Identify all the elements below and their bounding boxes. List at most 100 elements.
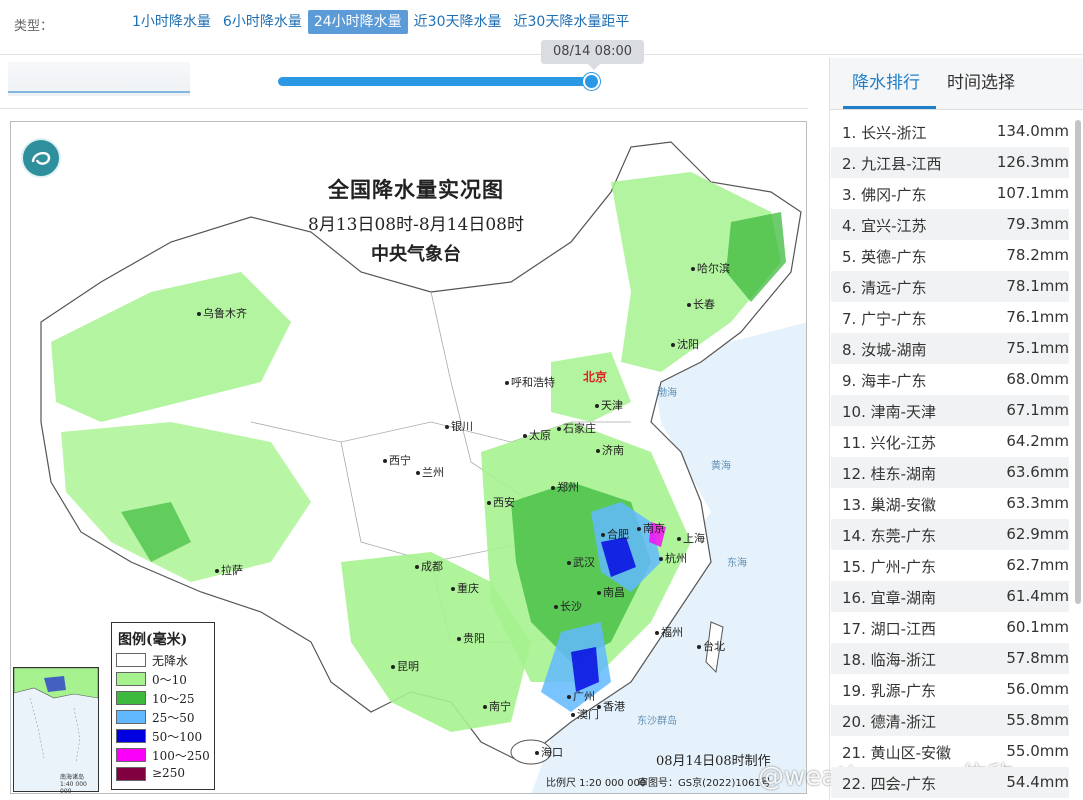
ranking-row[interactable]: 12. 桂东-湖南 63.6mm (831, 457, 1069, 488)
city-label: 成都 (415, 558, 443, 574)
tab-24h-precip[interactable]: 24小时降水量 (307, 10, 408, 34)
divider (0, 108, 808, 109)
city-label: 重庆 (451, 580, 479, 596)
city-label: 郑州 (551, 479, 579, 495)
active-tab-underline (843, 106, 936, 109)
legend-item: 无降水 (116, 651, 214, 669)
legend-item: 10～25 (116, 689, 214, 707)
ranking-panel: 降水排行 时间选择 1. 长兴-浙江 134.0mm 2. 九江县-江西 126.3… (829, 58, 1083, 800)
sea-label: 黄海 (711, 461, 731, 472)
city-label: 哈尔滨 (691, 260, 730, 276)
tab-30d-anomaly[interactable]: 近30天降水量距平 (508, 10, 636, 34)
city-label: 拉萨 (215, 562, 243, 578)
ranking-scrollbar[interactable] (1075, 120, 1081, 604)
legend-item: 0～10 (116, 670, 214, 688)
city-label: 台北 (697, 638, 725, 654)
time-slider-track[interactable] (278, 77, 596, 86)
ranking-row[interactable]: 21. 黄山区-安徽 55.0mm (831, 736, 1069, 767)
ranking-row[interactable]: 19. 乳源-广东 56.0mm (831, 674, 1069, 705)
ranking-row[interactable]: 9. 海丰-广东 68.0mm (831, 364, 1069, 395)
legend-item: 50～100 (116, 727, 214, 745)
city-label: 兰州 (416, 464, 444, 480)
legend-swatch (116, 748, 146, 762)
ranking-list: 1. 长兴-浙江 134.0mm 2. 九江县-江西 126.3mm 3. 佛冈-广… (831, 116, 1069, 800)
ranking-row[interactable]: 17. 湖口-江西 60.1mm (831, 612, 1069, 643)
ranking-row[interactable]: 16. 宜章-湖南 61.4mm (831, 581, 1069, 612)
city-label: 福州 (655, 624, 683, 640)
tab-6h-precip[interactable]: 6小时降水量 (217, 10, 308, 34)
city-label: 澳门 (571, 706, 599, 722)
legend-swatch (116, 729, 146, 743)
city-label: 昆明 (391, 658, 419, 674)
city-label: 杭州 (659, 550, 687, 566)
ranking-row[interactable]: 7. 广宁-广东 76.1mm (831, 302, 1069, 333)
time-slider-handle[interactable] (583, 73, 600, 90)
legend-item: ≥250 (116, 765, 214, 783)
ranking-row[interactable]: 18. 临海-浙江 57.8mm (831, 643, 1069, 674)
city-label: 西宁 (383, 452, 411, 468)
ranking-row[interactable]: 1. 长兴-浙江 134.0mm (831, 116, 1069, 147)
type-tabs: 1小时降水量 6小时降水量 24小时降水量 近30天降水量 近30天降水量距平 (126, 10, 635, 34)
city-label: 香港 (597, 698, 625, 714)
slider-time-tooltip: 08/14 08:00 (541, 40, 644, 70)
city-label: 南宁 (483, 698, 511, 714)
ranking-tabs: 降水排行 时间选择 (830, 58, 1083, 110)
legend-swatch (116, 691, 146, 705)
legend-label: ≥250 (152, 766, 185, 780)
ranking-row[interactable]: 8. 汝城-湖南 75.1mm (831, 333, 1069, 364)
legend-label: 25～50 (152, 711, 195, 725)
legend-label: 50～100 (152, 730, 203, 744)
legend-swatch (116, 767, 146, 781)
map-title: 全国降水量实况图 (328, 177, 504, 202)
legend-label: 100～250 (152, 749, 210, 763)
city-label: 广州 (567, 688, 595, 704)
legend-item: 100～250 (116, 746, 214, 764)
ranking-row[interactable]: 3. 佛冈-广东 107.1mm (831, 178, 1069, 209)
city-label-beijing: 北京 (583, 370, 608, 384)
city-label: 石家庄 (557, 420, 596, 436)
ranking-row[interactable]: 15. 广州-广东 62.7mm (831, 550, 1069, 581)
sea-label: 东沙群岛 (637, 716, 677, 727)
tab-time-select[interactable]: 时间选择 (947, 68, 1015, 93)
map-subtitle: 8月13日08时-8月14日08时 (308, 215, 524, 235)
city-label: 沈阳 (671, 336, 699, 352)
city-label: 合肥 (601, 526, 629, 542)
map-legend: 图例(毫米) 无降水 0～10 10～25 25～50 50～100 100～2… (111, 622, 215, 790)
type-label: 类型： (14, 19, 54, 34)
city-label: 西安 (487, 494, 515, 510)
city-label: 上海 (677, 530, 705, 546)
legend-label: 0～10 (152, 673, 187, 687)
ranking-row[interactable]: 13. 巢湖-安徽 63.3mm (831, 488, 1069, 519)
legend-item: 25～50 (116, 708, 214, 726)
ranking-row[interactable]: 11. 兴化-江苏 64.2mm (831, 426, 1069, 457)
production-time: 08月14日08时制作 (656, 754, 771, 769)
tab-30d-precip[interactable]: 近30天降水量 (408, 10, 508, 34)
sea-label: 东海 (727, 558, 747, 569)
city-label: 天津 (595, 397, 623, 413)
tab-precip-ranking[interactable]: 降水排行 (852, 68, 920, 93)
tab-1h-precip[interactable]: 1小时降水量 (126, 10, 217, 34)
legend-swatch (116, 710, 146, 724)
sea-label: 渤海 (657, 388, 677, 399)
ranking-row[interactable]: 10. 津南-天津 67.1mm (831, 395, 1069, 426)
legend-swatch (116, 672, 146, 686)
timeline-strip[interactable] (8, 62, 190, 96)
city-label: 武汉 (567, 554, 595, 570)
cma-logo (21, 138, 61, 178)
ranking-row[interactable]: 2. 九江县-江西 126.3mm (831, 147, 1069, 178)
city-label: 贵阳 (457, 630, 485, 646)
ranking-row[interactable]: 6. 清远-广东 78.1mm (831, 271, 1069, 302)
city-label: 南京 (637, 520, 665, 536)
city-label: 海口 (535, 744, 563, 760)
inset-label: 南海诸岛 1:40 000 000 (60, 774, 87, 794)
city-label: 南昌 (597, 584, 625, 600)
ranking-row[interactable]: 20. 德清-浙江 55.8mm (831, 705, 1069, 736)
city-label: 长沙 (554, 598, 582, 614)
ranking-row[interactable]: 14. 东莞-广东 62.9mm (831, 519, 1069, 550)
city-label: 长春 (687, 296, 715, 312)
ranking-row[interactable]: 4. 宜兴-江苏 79.3mm (831, 209, 1069, 240)
city-label: 呼和浩特 (505, 374, 555, 390)
ranking-row[interactable]: 5. 英德-广东 78.2mm (831, 240, 1069, 271)
ranking-row[interactable]: 22. 四会-广东 54.4mm (831, 767, 1069, 798)
city-label: 乌鲁木齐 (197, 305, 247, 321)
